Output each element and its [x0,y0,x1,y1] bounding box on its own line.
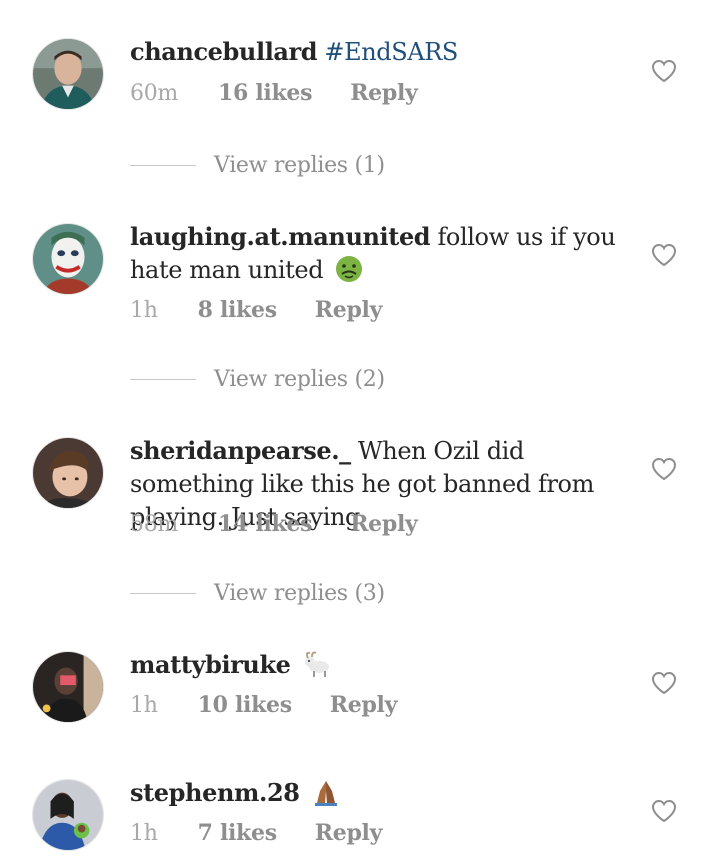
comment-username[interactable]: sheridanpearse._ [130,436,351,465]
view-replies-button[interactable]: View replies (2) [130,364,385,394]
comment-text: laughing.at.manunited follow us if you h… [130,220,630,287]
divider-line [130,164,196,166]
comment-meta: 60m 16 likes Reply [130,80,418,106]
comment-text: stephenm.28 [130,776,630,810]
folded-hands-emoji-icon [311,777,341,807]
nauseated-face-emoji-icon [334,254,364,284]
view-replies-label[interactable]: View replies (3) [214,581,385,606]
comment-meta: 1h 8 likes Reply [130,297,382,323]
avatar[interactable] [32,651,104,723]
reply-button[interactable]: Reply [350,80,418,106]
avatar[interactable] [32,437,104,509]
comment-likes[interactable]: 10 likes [198,692,293,718]
avatar[interactable] [32,38,104,110]
view-replies-button[interactable]: View replies (1) [130,150,385,180]
comment-username[interactable]: stephenm.28 [130,778,300,807]
reply-button[interactable]: Reply [315,820,383,846]
comment-time: 1h [130,821,158,846]
comment-text: mattybiruke [130,648,630,682]
reply-button[interactable]: Reply [330,692,398,718]
divider-line [130,592,196,594]
divider-line [130,378,196,380]
comment-likes[interactable]: 7 likes [198,820,278,846]
like-heart-icon[interactable] [651,243,677,267]
comment-meta: 58m 14 likes Reply [130,511,418,537]
comment-text: chancebullard #EndSARS [130,35,630,69]
comment-likes[interactable]: 8 likes [198,297,278,323]
view-replies-label[interactable]: View replies (2) [214,367,385,392]
reply-button[interactable]: Reply [350,511,418,537]
comment-username[interactable]: chancebullard [130,37,318,66]
comment-time: 1h [130,693,158,718]
avatar[interactable] [32,223,104,295]
comment-likes[interactable]: 14 likes [218,511,313,537]
comment-meta: 1h 7 likes Reply [130,820,382,846]
goat-emoji-icon [302,649,332,679]
avatar[interactable] [32,779,104,851]
comment-likes[interactable]: 16 likes [218,80,313,106]
comment-username[interactable]: laughing.at.manunited [130,222,431,251]
like-heart-icon[interactable] [651,457,677,481]
comment-time: 60m [130,81,178,106]
hashtag-link[interactable]: #EndSARS [324,38,458,66]
view-replies-label[interactable]: View replies (1) [214,153,385,178]
comment-time: 1h [130,298,158,323]
like-heart-icon[interactable] [651,59,677,83]
comment-meta: 1h 10 likes Reply [130,692,397,718]
reply-button[interactable]: Reply [315,297,383,323]
comment-username[interactable]: mattybiruke [130,650,291,679]
like-heart-icon[interactable] [651,671,677,695]
view-replies-button[interactable]: View replies (3) [130,578,385,608]
comment-time: 58m [130,512,178,537]
like-heart-icon[interactable] [651,799,677,823]
